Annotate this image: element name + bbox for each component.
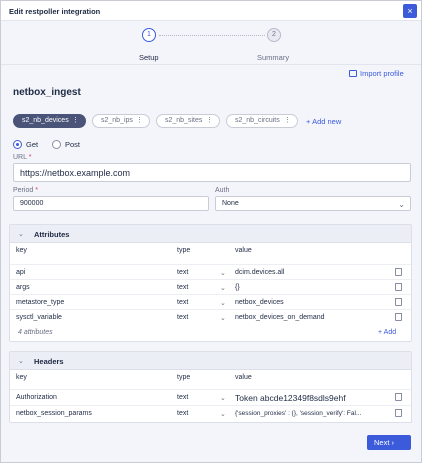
plus-icon: + <box>306 117 311 126</box>
import-profile-link[interactable]: Import profile <box>349 69 404 78</box>
table-row: args text ⌄ {} <box>10 279 411 294</box>
table-row: sysctl_variable text ⌄ netbox_devices_on… <box>10 309 411 324</box>
step-1-indicator: 1 <box>142 28 156 42</box>
trash-icon[interactable] <box>395 313 402 321</box>
integration-name: netbox_ingest <box>13 87 81 98</box>
chevron-down-icon[interactable]: ⌄ <box>220 284 226 292</box>
attr-type[interactable]: text <box>177 284 188 291</box>
column-type: type <box>177 247 191 254</box>
column-key: key <box>16 374 27 381</box>
trash-icon[interactable] <box>395 268 402 276</box>
chevron-down-icon[interactable]: ⌄ <box>220 394 226 402</box>
table-row: netbox_session_params text ⌄ {'session_p… <box>10 405 411 420</box>
trash-icon[interactable] <box>395 298 402 306</box>
table-row: Authorization text ⌄ Token abcde12349f8s… <box>10 389 411 405</box>
close-icon: × <box>407 6 413 16</box>
attributes-title: Attributes <box>34 230 70 239</box>
attr-type[interactable]: text <box>177 314 188 321</box>
url-label: URL * <box>13 154 32 161</box>
plus-icon: + <box>378 329 383 336</box>
stepper-connector <box>159 35 265 36</box>
attr-type[interactable]: text <box>177 299 188 306</box>
header-value-input[interactable]: Token abcde12349f8sdls9ehf <box>235 393 346 403</box>
import-profile-label: Import profile <box>360 69 404 78</box>
attr-value[interactable]: dcim.devices.all <box>235 269 284 276</box>
chevron-down-icon: ⌄ <box>398 200 405 209</box>
headers-section: ⌄ Headers key type value Authorization t… <box>9 351 412 423</box>
column-value: value <box>235 374 252 381</box>
next-button[interactable]: Next › <box>367 435 411 450</box>
trash-icon[interactable] <box>395 409 402 417</box>
dialog-header: Edit restpoller integration × <box>1 1 421 21</box>
auth-value: None <box>222 200 239 207</box>
trash-icon[interactable] <box>395 393 402 401</box>
tab-menu-icon[interactable]: ⋮ <box>206 115 213 127</box>
tab-menu-icon[interactable]: ⋮ <box>72 115 79 127</box>
column-value: value <box>235 247 252 254</box>
header-key: netbox_session_params <box>16 410 92 417</box>
add-attribute-button[interactable]: + Add <box>378 329 396 336</box>
table-row: api text ⌄ dcim.devices.all <box>10 264 411 279</box>
step-2-indicator: 2 <box>267 28 281 42</box>
chevron-right-icon: › <box>391 438 395 447</box>
url-value: https://netbox.example.com <box>20 168 131 178</box>
add-new-tab-button[interactable]: + Add new <box>306 117 341 126</box>
chevron-down-icon[interactable]: ⌄ <box>220 410 226 418</box>
attr-value[interactable]: {} <box>235 284 240 291</box>
headers-title: Headers <box>34 357 64 366</box>
period-label: Period * <box>13 187 38 194</box>
radio-post-label: Post <box>65 140 81 149</box>
attr-value[interactable]: netbox_devices <box>235 299 284 306</box>
header-type[interactable]: text <box>177 410 188 417</box>
radio-get-label: Get <box>26 140 39 149</box>
attributes-header[interactable]: ⌄ Attributes <box>10 225 411 243</box>
attr-key: metastore_type <box>16 299 65 306</box>
attr-key: sysctl_variable <box>16 314 62 321</box>
period-value: 900000 <box>20 200 44 207</box>
tab-s2-nb-circuits[interactable]: s2_nb_circuits ⋮ <box>226 114 298 128</box>
header-key: Authorization <box>16 394 57 401</box>
import-icon <box>349 70 357 77</box>
period-input[interactable]: 900000 <box>13 196 209 211</box>
radio-get[interactable] <box>13 140 22 149</box>
table-row: metastore_type text ⌄ netbox_devices <box>10 294 411 309</box>
auth-select[interactable]: None ⌄ <box>215 196 411 211</box>
attr-key: api <box>16 269 26 276</box>
column-type: type <box>177 374 191 381</box>
chevron-down-icon: ⌄ <box>18 358 24 365</box>
attr-value[interactable]: netbox_devices_on_demand <box>235 314 325 321</box>
divider <box>1 64 421 65</box>
attribute-count: 4 attributes <box>18 329 53 336</box>
attr-key: args <box>16 284 30 291</box>
chevron-down-icon[interactable]: ⌄ <box>220 299 226 307</box>
trash-icon[interactable] <box>395 283 402 291</box>
auth-label: Auth <box>215 187 230 194</box>
tab-s2-nb-sites[interactable]: s2_nb_sites ⋮ <box>156 114 220 128</box>
column-key: key <box>16 247 27 254</box>
chevron-down-icon[interactable]: ⌄ <box>220 269 226 277</box>
attr-type[interactable]: text <box>177 269 188 276</box>
radio-post[interactable] <box>52 140 61 149</box>
close-button[interactable]: × <box>403 4 417 18</box>
tab-s2-nb-devices[interactable]: s2_nb_devices ⋮ <box>13 114 86 128</box>
chevron-down-icon: ⌄ <box>18 231 24 238</box>
chevron-down-icon[interactable]: ⌄ <box>220 314 226 322</box>
attributes-section: ⌄ Attributes key type value api text ⌄ d… <box>9 224 412 342</box>
url-input[interactable]: https://netbox.example.com <box>13 163 411 182</box>
dialog-title: Edit restpoller integration <box>9 7 101 16</box>
header-type[interactable]: text <box>177 394 188 401</box>
tab-menu-icon[interactable]: ⋮ <box>136 115 143 127</box>
step-2-label: Summary <box>257 53 290 62</box>
step-1-label: Setup <box>139 53 159 62</box>
headers-header[interactable]: ⌄ Headers <box>10 352 411 370</box>
edit-integration-dialog: Edit restpoller integration × 1 2 Setup … <box>0 0 422 463</box>
header-value[interactable]: {'session_proxies' : {}, 'session_verify… <box>235 410 361 417</box>
tab-s2-nb-ips[interactable]: s2_nb_ips ⋮ <box>92 114 150 128</box>
tab-menu-icon[interactable]: ⋮ <box>284 115 291 127</box>
